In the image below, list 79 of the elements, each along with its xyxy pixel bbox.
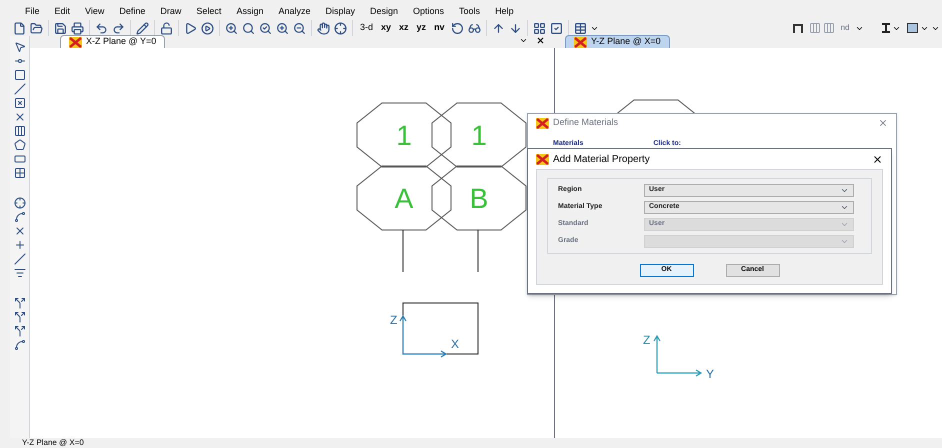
axis-label: Y bbox=[706, 367, 714, 381]
axis-arrow bbox=[653, 334, 702, 377]
axis-label: X bbox=[451, 337, 460, 351]
new-file-icon[interactable] bbox=[12, 20, 27, 36]
app-logo-icon bbox=[574, 36, 587, 48]
zoom-out-icon[interactable] bbox=[292, 20, 307, 36]
area-icon[interactable] bbox=[14, 167, 26, 179]
view-button[interactable]: xy bbox=[378, 21, 394, 35]
menu-item[interactable]: Design bbox=[370, 4, 398, 18]
snap-slash-icon[interactable] bbox=[14, 253, 26, 265]
view-button[interactable]: yz bbox=[414, 21, 430, 35]
grid-bubble: B bbox=[432, 166, 526, 230]
menu-item[interactable]: Select bbox=[196, 4, 222, 18]
toolbar-label[interactable]: nd bbox=[836, 22, 854, 34]
cross-icon[interactable] bbox=[14, 111, 26, 123]
menu-item[interactable]: Help bbox=[495, 4, 514, 18]
view-button[interactable]: xz bbox=[396, 21, 412, 35]
grid-icon[interactable] bbox=[532, 20, 547, 36]
axis-label: Z bbox=[643, 333, 650, 347]
zoom-in-icon[interactable] bbox=[224, 20, 239, 36]
menu-item[interactable]: View bbox=[85, 4, 104, 18]
menu-item[interactable]: File bbox=[25, 4, 40, 18]
grid-bubble: 1 bbox=[432, 102, 526, 168]
menu-item[interactable]: Display bbox=[325, 4, 355, 18]
view-tab[interactable]: X-Z Plane @ Y=0 bbox=[60, 35, 166, 48]
polygon-icon[interactable] bbox=[14, 139, 26, 151]
pointer-icon[interactable] bbox=[14, 41, 26, 53]
dialog-title: Add Material Property bbox=[553, 152, 650, 166]
snap-line-icon[interactable] bbox=[14, 211, 26, 223]
select-line-icon[interactable] bbox=[14, 339, 26, 351]
close-icon[interactable] bbox=[536, 36, 545, 45]
snap-point-icon[interactable] bbox=[14, 197, 26, 209]
menu-item[interactable]: Assign bbox=[236, 4, 264, 18]
beam-icon[interactable] bbox=[882, 23, 890, 33]
snap-intersection-icon[interactable] bbox=[14, 225, 26, 237]
checkbox-icon[interactable] bbox=[548, 20, 564, 36]
view-button[interactable]: nv bbox=[431, 21, 448, 35]
menu-item[interactable]: Analyze bbox=[278, 4, 310, 18]
status-text: Y-Z Plane @ X=0 bbox=[22, 438, 84, 447]
snap-grid-icon[interactable] bbox=[14, 267, 26, 279]
dialog-title: Define Materials bbox=[553, 116, 618, 130]
axis-arrow bbox=[399, 314, 448, 358]
zoom-icon[interactable] bbox=[241, 20, 256, 36]
app-logo-icon bbox=[69, 36, 82, 48]
undo-icon[interactable] bbox=[94, 20, 109, 36]
menu-item[interactable]: Options bbox=[413, 4, 444, 18]
play-icon[interactable] bbox=[183, 20, 198, 36]
save-icon[interactable] bbox=[53, 20, 68, 36]
grid-line bbox=[402, 230, 404, 272]
redo-icon[interactable] bbox=[111, 20, 126, 36]
frame-icon[interactable] bbox=[792, 24, 803, 32]
menu-item[interactable]: Edit bbox=[54, 4, 70, 18]
unlock-icon[interactable] bbox=[159, 20, 174, 36]
pan-icon[interactable] bbox=[316, 20, 331, 36]
folder-icon[interactable] bbox=[29, 20, 44, 36]
view-tab[interactable]: Y-Z Plane @ X=0 bbox=[565, 35, 670, 48]
brace-icon[interactable] bbox=[14, 97, 26, 109]
grid-bubble: 1 bbox=[356, 102, 452, 168]
menu-item[interactable]: Tools bbox=[459, 4, 480, 18]
zoom-plus-icon[interactable] bbox=[275, 20, 290, 36]
axis-label: Z bbox=[390, 313, 398, 327]
table-icon[interactable] bbox=[572, 20, 588, 36]
rectangle-icon[interactable] bbox=[14, 153, 26, 165]
run-icon[interactable] bbox=[200, 20, 215, 36]
printer-icon[interactable] bbox=[70, 20, 85, 36]
app-logo-icon bbox=[536, 118, 549, 128]
point-icon[interactable] bbox=[14, 69, 26, 81]
zoom-restore-icon[interactable] bbox=[258, 20, 273, 36]
menu-item[interactable]: Define bbox=[119, 4, 146, 18]
menu-item[interactable]: Draw bbox=[160, 4, 182, 18]
close-icon[interactable] bbox=[872, 154, 883, 164]
app-logo-icon bbox=[536, 154, 549, 164]
grid-bubble: A bbox=[356, 166, 452, 230]
slab-icon[interactable] bbox=[907, 23, 918, 33]
line-icon[interactable] bbox=[14, 83, 26, 95]
pencil-icon[interactable] bbox=[135, 20, 150, 36]
columns-icon[interactable] bbox=[14, 125, 26, 137]
view-button[interactable]: 3-d bbox=[357, 21, 376, 35]
snap-perpendicular-icon[interactable] bbox=[14, 239, 26, 251]
